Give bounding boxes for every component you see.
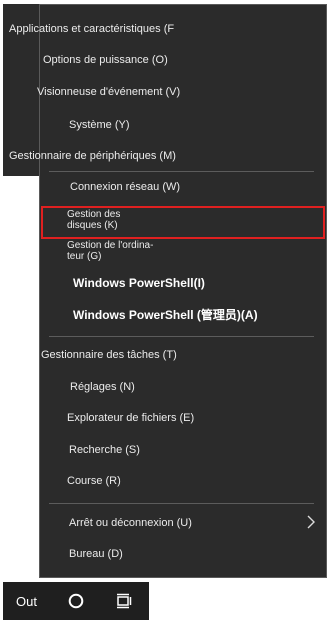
menu-item-file-explorer[interactable]: Explorateur de fichiers (E)	[67, 412, 194, 425]
menu-separator	[49, 336, 314, 337]
menu-item-apps-features[interactable]: Applications et caractéristiques (F	[9, 23, 174, 36]
menu-item-shutdown-signout[interactable]: Arrêt ou déconnexion (U)	[69, 517, 192, 530]
menu-item-label-line1: Gestion de l'ordina-	[67, 240, 154, 251]
menu-item-powershell[interactable]: Windows PowerShell(I)	[73, 277, 205, 290]
menu-item-power-options[interactable]: Options de puissance (O)	[43, 54, 168, 67]
menu-separator	[49, 503, 314, 504]
menu-item-system[interactable]: Système (Y)	[69, 119, 130, 132]
menu-item-device-manager[interactable]: Gestionnaire de périphériques (M)	[9, 150, 176, 163]
chevron-right-icon[interactable]	[305, 515, 317, 529]
menu-item-powershell-admin[interactable]: Windows PowerShell (管理员)(A)	[73, 309, 258, 322]
menu-item-event-viewer[interactable]: Visionneuse d'événement (V)	[37, 86, 180, 99]
menu-separator	[49, 171, 314, 172]
menu-item-task-manager[interactable]: Gestionnaire des tâches (T)	[41, 349, 177, 362]
task-view-icon[interactable]	[115, 592, 133, 610]
menu-item-label-line2: teur (G)	[67, 251, 102, 262]
menu-item-run[interactable]: Course (R)	[67, 475, 121, 488]
menu-item-computer-management[interactable]: Gestion de l'ordina- teur (G)	[67, 240, 153, 262]
highlight-box	[41, 206, 325, 239]
menu-item-network-connections[interactable]: Connexion réseau (W)	[70, 181, 180, 194]
menu-item-settings[interactable]: Réglages (N)	[70, 381, 135, 394]
menu-item-desktop[interactable]: Bureau (D)	[69, 548, 123, 561]
start-button[interactable]: Out	[16, 594, 37, 609]
menu-item-search[interactable]: Recherche (S)	[69, 444, 140, 457]
cortana-circle-icon[interactable]	[68, 593, 84, 609]
screen: Applications et caractéristiques (F Opti…	[0, 0, 331, 622]
